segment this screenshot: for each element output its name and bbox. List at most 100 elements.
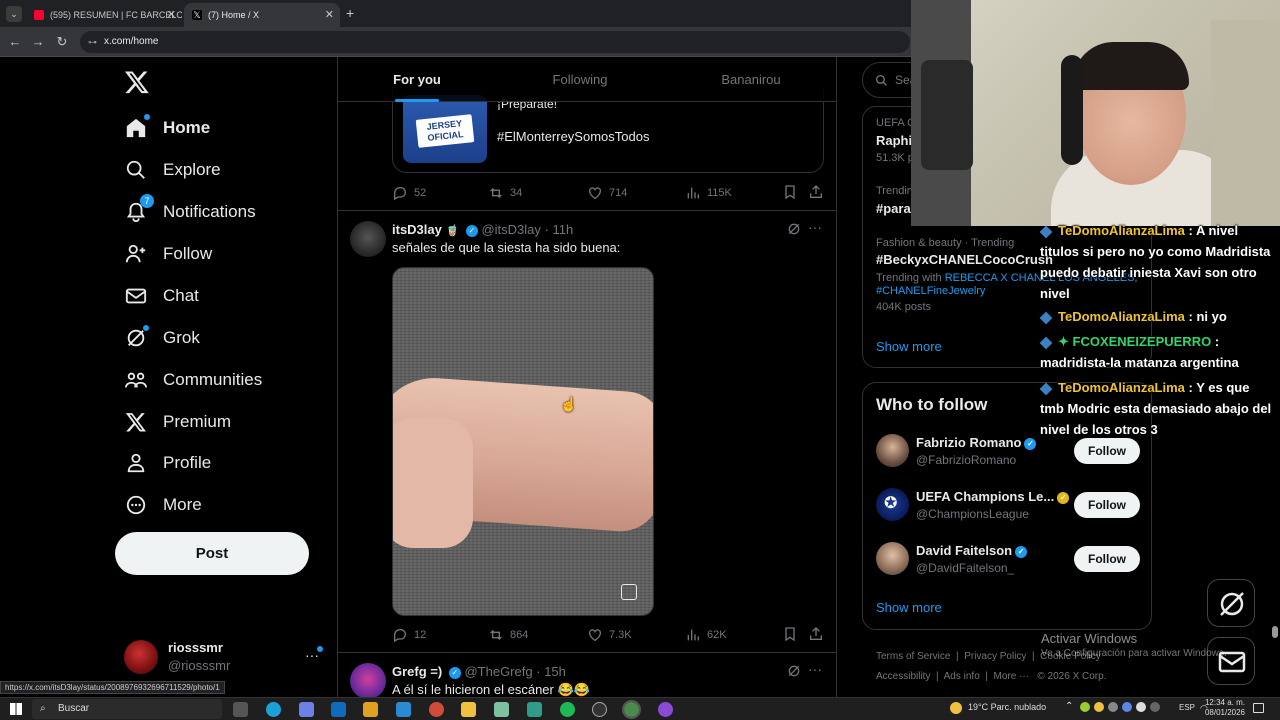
tray-app-icon[interactable] bbox=[1080, 702, 1090, 712]
file-explorer-icon[interactable] bbox=[461, 702, 476, 717]
sidebar-item-chat[interactable]: Chat bbox=[124, 278, 199, 314]
tab-bananirou[interactable]: Bananirou bbox=[664, 57, 836, 102]
views-action[interactable]: 115K bbox=[685, 185, 732, 201]
terms-link[interactable]: Terms of Service bbox=[876, 651, 950, 662]
address-bar[interactable]: ⊶ x.com/home bbox=[80, 31, 910, 53]
app-icon[interactable] bbox=[527, 702, 542, 717]
tweet-photo[interactable] bbox=[392, 267, 654, 616]
sidebar-item-communities[interactable]: Communities bbox=[124, 362, 262, 398]
tweet-more-icon[interactable]: ··· bbox=[808, 661, 822, 677]
tray-app-icon[interactable] bbox=[1108, 702, 1118, 712]
clock-date[interactable]: 08/01/2026 bbox=[1203, 708, 1245, 717]
spotify-icon[interactable] bbox=[560, 702, 575, 717]
tweet-time[interactable]: 11h bbox=[552, 222, 573, 237]
share-icon[interactable] bbox=[808, 184, 824, 205]
share-icon[interactable] bbox=[808, 626, 824, 647]
bookmark-icon[interactable] bbox=[782, 626, 798, 647]
sidebar-item-notifications[interactable]: 7 Notifications bbox=[124, 194, 256, 230]
sidebar-item-more[interactable]: More bbox=[124, 487, 202, 523]
reply-action[interactable]: 12 bbox=[392, 627, 426, 643]
bookmark-icon[interactable] bbox=[782, 184, 798, 205]
new-tab-button[interactable]: + bbox=[346, 5, 354, 21]
taskbar-search[interactable]: ⌕ Buscar bbox=[32, 699, 222, 719]
tray-app-icon[interactable] bbox=[1150, 702, 1160, 712]
avatar[interactable] bbox=[876, 434, 909, 467]
like-action[interactable]: 7.3K bbox=[587, 627, 632, 643]
messages-floating-button[interactable] bbox=[1207, 637, 1255, 685]
obs-icon[interactable] bbox=[592, 702, 607, 717]
sidebar-item-follow[interactable]: Follow bbox=[124, 236, 212, 272]
chrome-icon[interactable] bbox=[622, 700, 641, 719]
store-icon[interactable] bbox=[363, 702, 378, 717]
ads-link[interactable]: Ads info bbox=[944, 671, 980, 682]
scrollbar-thumb[interactable] bbox=[1272, 626, 1278, 638]
vscode-icon[interactable] bbox=[396, 702, 411, 717]
avatar[interactable]: ✪ bbox=[876, 488, 909, 521]
tab-following[interactable]: Following bbox=[496, 57, 664, 102]
tray-app-icon[interactable] bbox=[1094, 702, 1104, 712]
suggested-user-name[interactable]: Fabrizio Romano ✓ bbox=[916, 435, 1037, 450]
follow-button[interactable]: Follow bbox=[1074, 492, 1140, 518]
task-view-icon[interactable] bbox=[233, 702, 248, 717]
post-button[interactable]: Post bbox=[115, 532, 309, 575]
sidebar-item-explore[interactable]: Explore bbox=[124, 152, 221, 188]
tweet-author-handle[interactable]: @itsD3lay bbox=[481, 222, 540, 237]
tray-chevron-icon[interactable]: ⌃ bbox=[1065, 701, 1073, 712]
browser-tab-youtube[interactable]: (595) RESUMEN | FC BARCELONA ✕ bbox=[26, 3, 182, 27]
more-link[interactable]: More ··· bbox=[994, 671, 1030, 682]
reply-action[interactable]: 52 bbox=[392, 185, 426, 201]
windows-start-icon[interactable] bbox=[10, 703, 22, 715]
tweet-time[interactable]: 15h bbox=[544, 664, 566, 679]
browser-tab-x[interactable]: 𝕏 (7) Home / X ✕ bbox=[184, 3, 340, 27]
edge-icon[interactable] bbox=[266, 702, 281, 717]
show-more-link[interactable]: Show more bbox=[876, 600, 942, 615]
close-tab-icon[interactable]: ✕ bbox=[167, 8, 176, 21]
repost-action[interactable]: 34 bbox=[488, 185, 522, 201]
tweet-author-handle[interactable]: @TheGrefg bbox=[464, 664, 532, 679]
tweet-author-name[interactable]: itsD3lay bbox=[392, 222, 442, 237]
notification-center-icon[interactable] bbox=[1253, 703, 1264, 713]
suggested-user-name[interactable]: David Faitelson ✓ bbox=[916, 543, 1028, 558]
trend-title[interactable]: #BeckyxCHANELCocoCrush bbox=[876, 252, 1053, 267]
like-action[interactable]: 714 bbox=[587, 185, 627, 201]
clock-time[interactable]: 12:34 a. m. bbox=[1203, 698, 1245, 707]
app-icon[interactable] bbox=[658, 702, 673, 717]
tray-app-icon[interactable] bbox=[1136, 702, 1146, 712]
grok-explain-icon[interactable] bbox=[786, 663, 802, 684]
account-switcher[interactable]: riosssmr @riosssmr ··· bbox=[122, 638, 328, 676]
chrome-icon[interactable] bbox=[429, 702, 444, 717]
tweet-avatar[interactable] bbox=[350, 663, 386, 697]
weather-text[interactable]: 19°C Parc. nublado bbox=[968, 702, 1046, 712]
sidebar-item-profile[interactable]: Profile bbox=[124, 445, 211, 481]
trend-title[interactable]: #para bbox=[876, 201, 911, 216]
avatar[interactable] bbox=[876, 542, 909, 575]
tray-app-icon[interactable] bbox=[1122, 702, 1132, 712]
back-icon[interactable]: ← bbox=[7, 34, 23, 50]
suggested-user-name[interactable]: UEFA Champions Le... ✓ bbox=[916, 489, 1070, 504]
tweet-author-name[interactable]: Grefg =) bbox=[392, 664, 442, 679]
sidebar-item-grok[interactable]: Grok bbox=[124, 320, 200, 356]
trend-with-link[interactable]: #CHANELFineJewelry bbox=[876, 285, 985, 297]
tab-for-you[interactable]: For you bbox=[338, 57, 496, 102]
app-icon[interactable] bbox=[494, 702, 509, 717]
alt-edit-icon[interactable] bbox=[621, 584, 637, 600]
show-more-link[interactable]: Show more bbox=[876, 339, 942, 354]
accessibility-link[interactable]: Accessibility bbox=[876, 671, 930, 682]
tab-list-button[interactable]: ⌄ bbox=[6, 6, 22, 22]
views-action[interactable]: 62K bbox=[685, 627, 727, 643]
tweet-more-icon[interactable]: ··· bbox=[808, 219, 822, 235]
x-logo-icon[interactable] bbox=[124, 69, 150, 95]
copilot-icon[interactable] bbox=[299, 702, 314, 717]
grok-floating-button[interactable] bbox=[1207, 579, 1255, 627]
grok-explain-icon[interactable] bbox=[786, 221, 802, 242]
tweet-avatar[interactable] bbox=[350, 221, 386, 257]
follow-button[interactable]: Follow bbox=[1074, 438, 1140, 464]
sidebar-item-home[interactable]: Home bbox=[124, 110, 210, 146]
repost-action[interactable]: 864 bbox=[488, 627, 528, 643]
language-indicator[interactable]: ESP bbox=[1179, 703, 1195, 712]
forward-icon[interactable]: → bbox=[30, 34, 46, 50]
reload-icon[interactable]: ↻ bbox=[54, 34, 70, 50]
sidebar-item-premium[interactable]: Premium bbox=[124, 404, 231, 440]
follow-button[interactable]: Follow bbox=[1074, 546, 1140, 572]
trend-title[interactable]: Raphi bbox=[876, 133, 912, 148]
